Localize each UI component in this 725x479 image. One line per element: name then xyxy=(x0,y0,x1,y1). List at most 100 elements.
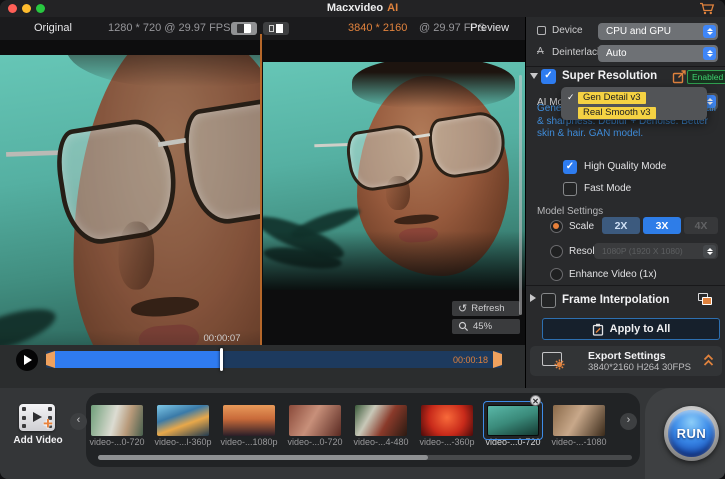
app-title: Macxvideo AI xyxy=(326,2,399,14)
video-thumbnail-name: video-...l-360p xyxy=(154,437,212,447)
expand-resize-icon[interactable] xyxy=(672,69,687,84)
selection-ring xyxy=(483,401,543,440)
apply-to-all-button[interactable]: Apply to All xyxy=(542,318,720,340)
dropdown-stepper-icon xyxy=(703,244,716,258)
thumbnail-scrollbar-track[interactable] xyxy=(98,455,632,460)
add-video-button[interactable]: + xyxy=(19,404,55,433)
split-view-icon xyxy=(237,24,251,33)
scroll-left-button[interactable]: ‹ xyxy=(70,413,87,430)
compare-divider[interactable] xyxy=(260,40,262,345)
frame-interpolation-label: Frame Interpolation xyxy=(562,294,670,306)
trim-handle-right[interactable] xyxy=(493,351,502,368)
original-label: Original xyxy=(34,22,72,34)
magnifier-icon xyxy=(458,321,469,332)
preview-video-frame xyxy=(263,62,525,290)
video-thumbnail[interactable] xyxy=(157,405,209,436)
timeline[interactable]: 00:00:18 xyxy=(46,348,502,371)
ai-model-dropdown-menu: ✓ Gen Detail v3 Real Smooth v3 xyxy=(561,87,707,120)
scale-3x-button[interactable]: 3X xyxy=(643,217,681,234)
playhead[interactable] xyxy=(220,348,223,371)
clipboard-icon xyxy=(592,323,603,336)
refresh-button[interactable]: ↺ Refresh xyxy=(452,301,520,316)
title-bar: Macxvideo AI xyxy=(0,0,725,18)
video-thumbnail[interactable] xyxy=(223,405,275,436)
resolution-select[interactable]: 1080P (1920 X 1080) xyxy=(594,243,718,259)
export-settings-title: Export Settings xyxy=(588,350,666,362)
preview-header: Original 1280 * 720 @ 29.97 FPS 3840 * 2… xyxy=(0,17,525,41)
output-resolution: 3840 * 2160 xyxy=(348,22,408,34)
refresh-icon: ↺ xyxy=(458,303,468,315)
fast-mode-checkbox[interactable] xyxy=(563,182,577,196)
super-resolution-checkbox[interactable]: ✓ xyxy=(541,69,556,84)
side-by-side-view-button[interactable] xyxy=(263,22,289,35)
video-thumbnail-name: video-...0-720 xyxy=(89,437,145,447)
video-thumbnail[interactable] xyxy=(421,405,473,436)
scale-4x-button[interactable]: 4X xyxy=(684,217,718,234)
current-time: 00:00:07 xyxy=(203,333,241,344)
preview-scrollbar[interactable] xyxy=(519,75,522,315)
export-settings-value: 3840*2160 H264 30FPS xyxy=(588,362,691,373)
device-select[interactable]: CPU and GPU xyxy=(598,23,718,40)
video-thumbnail-name: video-...0-720 xyxy=(287,437,343,447)
split-view-button[interactable] xyxy=(231,22,257,35)
device-label: Device xyxy=(552,25,583,36)
resolution-radio[interactable] xyxy=(550,245,563,258)
settings-panel: Device CPU and GPU A Deinterlacing Auto … xyxy=(525,17,725,388)
timeline-progress xyxy=(55,351,222,368)
run-button[interactable]: RUN xyxy=(664,406,719,461)
video-thumbnail[interactable] xyxy=(355,405,407,436)
app-window: Macxvideo AI Original 1280 * 720 @ 29.97 … xyxy=(0,0,725,479)
divider xyxy=(526,66,725,67)
menu-item-gen-detail[interactable]: ✓ Gen Detail v3 xyxy=(561,90,707,105)
menu-item-real-smooth[interactable]: Real Smooth v3 xyxy=(561,105,707,120)
check-icon: ✓ xyxy=(567,92,575,102)
trim-handle-left[interactable] xyxy=(46,351,55,368)
model-settings-label: Model Settings xyxy=(537,206,604,217)
video-thumbnail-name: video-...-360p xyxy=(419,437,475,447)
original-video-frame xyxy=(0,55,261,345)
fast-mode-label: Fast Mode xyxy=(584,183,632,194)
double-chevron-up-icon[interactable] xyxy=(702,353,715,368)
end-time: 00:00:18 xyxy=(452,355,488,365)
preview-label: Preview xyxy=(470,22,510,34)
scale-label: Scale xyxy=(569,221,595,232)
high-quality-checkbox[interactable]: ✓ xyxy=(563,160,577,174)
frame-interpolation-checkbox[interactable] xyxy=(541,293,556,308)
super-resolution-title: Super Resolution xyxy=(562,70,658,82)
gear-icon xyxy=(554,359,565,370)
enabled-badge: Enabled xyxy=(687,70,725,84)
scale-2x-button[interactable]: 2X xyxy=(602,217,640,234)
media-bar: + Add Video ‹ video-...0-720 video-...l-… xyxy=(0,388,725,479)
video-thumbnail[interactable] xyxy=(289,405,341,436)
play-icon xyxy=(33,412,42,422)
play-button[interactable] xyxy=(16,349,38,371)
deinterlacing-icon: A xyxy=(537,46,544,57)
video-thumbnail[interactable] xyxy=(91,405,143,436)
side-by-side-view-icon xyxy=(269,24,283,33)
scroll-right-button[interactable]: › xyxy=(620,413,637,430)
enhance-video-radio[interactable] xyxy=(550,268,563,281)
preview-stage: ↺ Refresh 45% xyxy=(0,40,525,345)
deinterlacing-select[interactable]: Auto xyxy=(598,45,718,62)
add-video-label: Add Video xyxy=(13,435,63,446)
plus-icon: + xyxy=(43,414,53,433)
collapse-arrow-icon[interactable] xyxy=(530,73,538,79)
enhance-video-label: Enhance Video (1x) xyxy=(569,269,657,280)
original-resolution: 1280 * 720 @ 29.97 FPS xyxy=(108,22,231,34)
video-thumbnail-name: video-...1080p xyxy=(220,437,278,447)
play-icon xyxy=(24,355,32,365)
video-thumbnail[interactable] xyxy=(553,405,605,436)
thumbnail-scrollbar-thumb[interactable] xyxy=(98,455,428,460)
frames-stack-icon xyxy=(698,293,713,307)
scale-radio[interactable] xyxy=(550,220,563,233)
remove-video-button[interactable]: ✕ xyxy=(530,395,541,406)
export-settings-panel[interactable]: Export Settings 3840*2160 H264 30FPS xyxy=(530,346,722,376)
divider xyxy=(526,285,725,286)
zoom-level-button[interactable]: 45% xyxy=(452,319,520,334)
compare-divider-stub xyxy=(260,34,262,40)
cart-icon[interactable] xyxy=(699,2,715,15)
device-icon xyxy=(537,26,546,35)
expand-arrow-icon[interactable] xyxy=(530,294,536,302)
dropdown-stepper-icon xyxy=(703,25,716,38)
video-thumbnail-name: video-...4-480 xyxy=(353,437,409,447)
